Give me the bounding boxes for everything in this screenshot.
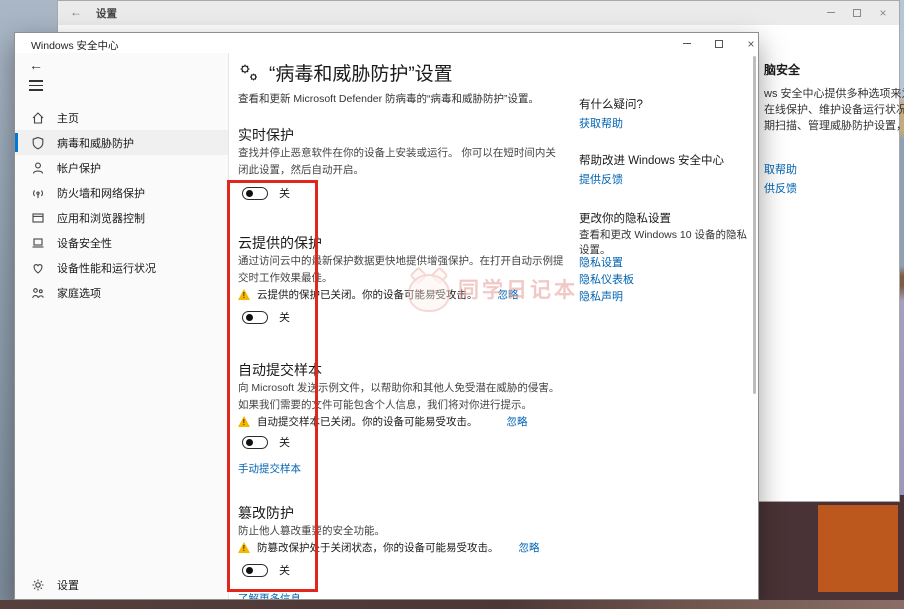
- back-icon[interactable]: ←: [70, 5, 82, 19]
- dismiss-link[interactable]: 忽略: [507, 414, 528, 429]
- sidebar-item-label: 应用和浏览器控制: [57, 210, 145, 226]
- get-help-link[interactable]: 获取帮助: [579, 115, 623, 131]
- shield-icon: [31, 136, 45, 150]
- firewall-network-icon: [31, 186, 45, 200]
- minimize-button[interactable]: [823, 5, 839, 20]
- sidebar-item-home[interactable]: 主页: [15, 105, 228, 130]
- close-button[interactable]: ×: [743, 36, 759, 51]
- settings-panel-heading-fragment: 脑安全: [764, 61, 800, 78]
- sidebar-item-family-options[interactable]: 家庭选项: [15, 280, 228, 305]
- privacy-statement-link[interactable]: 隐私声明: [579, 288, 623, 304]
- sidebar: ← 主页 病毒和威胁防护 帐户保护 防火墙和网络保护 应用和浏览器控制: [15, 53, 229, 600]
- sidebar-item-label: 家庭选项: [57, 285, 101, 301]
- person-icon: [31, 161, 45, 175]
- back-icon[interactable]: ←: [29, 57, 43, 73]
- realtime-protection-description: 查找并停止恶意软件在你的设备上安装或运行。 你可以在短时间内关闭此设置，然后自动…: [238, 145, 564, 178]
- settings-panel-text: 期扫描、管理威胁防护设置，等: [764, 117, 904, 133]
- dismiss-link[interactable]: 忽略: [519, 540, 540, 555]
- sidebar-item-firewall-network[interactable]: 防火墙和网络保护: [15, 180, 228, 205]
- sidebar-item-label: 防火墙和网络保护: [57, 185, 145, 201]
- sidebar-item-virus-threat-protection[interactable]: 病毒和威胁防护: [15, 130, 228, 155]
- sidebar-item-label: 主页: [57, 110, 79, 126]
- menu-icon[interactable]: [29, 80, 43, 91]
- close-button[interactable]: ×: [875, 5, 891, 20]
- dismiss-link[interactable]: 忽略: [498, 287, 519, 302]
- home-icon: [31, 111, 45, 125]
- give-feedback-link[interactable]: 供反馈: [764, 180, 797, 196]
- minimize-button[interactable]: [679, 36, 695, 51]
- gear-icon: [31, 578, 45, 592]
- laptop-icon: [31, 236, 45, 250]
- feedback-heading: 帮助改进 Windows 安全中心: [579, 152, 724, 168]
- settings-panel-text: 在线保护、维护设备运行状况、: [764, 101, 904, 117]
- settings-titlebar[interactable]: ← 设置 ×: [58, 1, 899, 25]
- question-heading: 有什么疑问?: [579, 96, 643, 112]
- maximize-button[interactable]: [849, 5, 865, 20]
- annotation-rectangle: [227, 180, 318, 592]
- app-browser-icon: [31, 211, 45, 225]
- gears-icon: [238, 62, 260, 84]
- get-help-link[interactable]: 取帮助: [764, 161, 797, 177]
- security-titlebar[interactable]: Windows 安全中心 ×: [15, 33, 758, 53]
- privacy-settings-link[interactable]: 隐私设置: [579, 254, 623, 270]
- sidebar-item-settings[interactable]: 设置: [31, 577, 79, 593]
- sidebar-item-label: 设置: [57, 577, 79, 593]
- family-icon: [31, 286, 45, 300]
- sidebar-item-device-security[interactable]: 设备安全性: [15, 230, 228, 255]
- scrollbar[interactable]: [753, 56, 756, 394]
- sidebar-item-label: 设备安全性: [57, 235, 112, 251]
- sidebar-item-label: 帐户保护: [57, 160, 101, 176]
- learn-more-link[interactable]: 了解更多信息: [238, 591, 301, 600]
- desktop-wallpaper-orange-block: [818, 505, 898, 592]
- settings-panel-text: ws 安全中心提供多种选项来为: [764, 85, 904, 101]
- page-title: “病毒和威胁防护”设置: [238, 59, 453, 86]
- settings-window-title: 设置: [96, 6, 117, 21]
- sidebar-item-account-protection[interactable]: 帐户保护: [15, 155, 228, 180]
- desktop-wallpaper-bottom-strip: [0, 600, 904, 609]
- sidebar-item-label: 设备性能和运行状况: [57, 260, 156, 276]
- heart-icon: [31, 261, 45, 275]
- sidebar-item-device-performance[interactable]: 设备性能和运行状况: [15, 255, 228, 280]
- security-window-title: Windows 安全中心: [31, 38, 119, 53]
- page-title-text: “病毒和威胁防护”设置: [269, 59, 453, 86]
- privacy-dashboard-link[interactable]: 隐私仪表板: [579, 271, 634, 287]
- give-feedback-link[interactable]: 提供反馈: [579, 171, 623, 187]
- sidebar-item-app-browser-control[interactable]: 应用和浏览器控制: [15, 205, 228, 230]
- sidebar-item-label: 病毒和威胁防护: [57, 135, 134, 151]
- realtime-protection-title: 实时保护: [238, 125, 294, 145]
- windows-security-window: Windows 安全中心 × ← 主页 病毒和威胁防护 帐户保护: [14, 32, 759, 600]
- privacy-heading: 更改你的隐私设置: [579, 210, 671, 226]
- maximize-button[interactable]: [711, 36, 727, 51]
- page-subtitle: 查看和更新 Microsoft Defender 防病毒的“病毒和威胁防护”设置…: [238, 91, 539, 106]
